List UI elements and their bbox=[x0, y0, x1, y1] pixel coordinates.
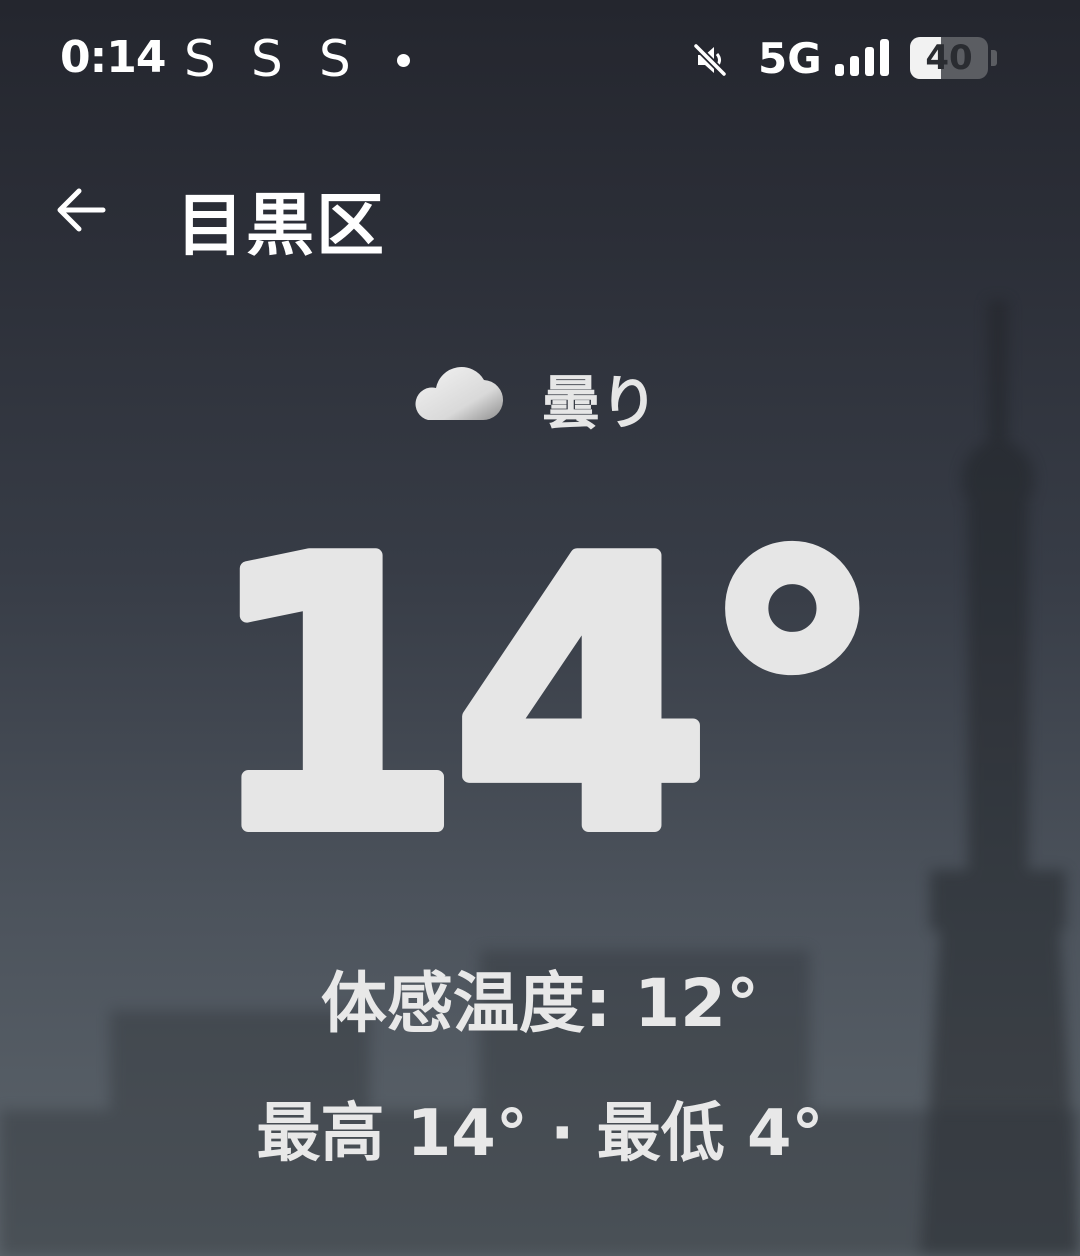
back-arrow-icon[interactable] bbox=[55, 186, 107, 234]
battery-level: 40 bbox=[925, 38, 973, 78]
status-time: 0:14 bbox=[60, 32, 166, 83]
location-title: 目黒区 bbox=[176, 187, 387, 266]
signal-icon bbox=[835, 39, 889, 76]
notification-s-icon: S bbox=[251, 30, 283, 88]
battery-tip bbox=[991, 50, 997, 66]
network-type: 5G bbox=[758, 34, 822, 83]
weather-screen: 0:14 S S S 5G 40 目黒区 曇り 14° 体感温度: 12° 最高… bbox=[0, 0, 1080, 1256]
weather-condition: 曇り bbox=[0, 352, 1080, 437]
more-notifications-dot bbox=[397, 54, 410, 67]
current-temperature: 14° bbox=[205, 520, 875, 850]
condition-label: 曇り bbox=[542, 369, 659, 437]
temperature-display: 14° bbox=[198, 520, 892, 850]
high-low-temperature: 最高 14° · 最低 4° bbox=[256, 1097, 824, 1171]
notification-s-icon: S bbox=[319, 30, 351, 88]
battery-icon: 40 bbox=[910, 37, 988, 79]
feels-like-temperature: 体感温度: 12° bbox=[320, 965, 760, 1042]
cloud-icon bbox=[415, 367, 504, 421]
mute-icon bbox=[693, 43, 727, 77]
status-bar: 0:14 S S S 5G 40 bbox=[0, 0, 1080, 120]
notification-s-icon: S bbox=[184, 30, 216, 88]
